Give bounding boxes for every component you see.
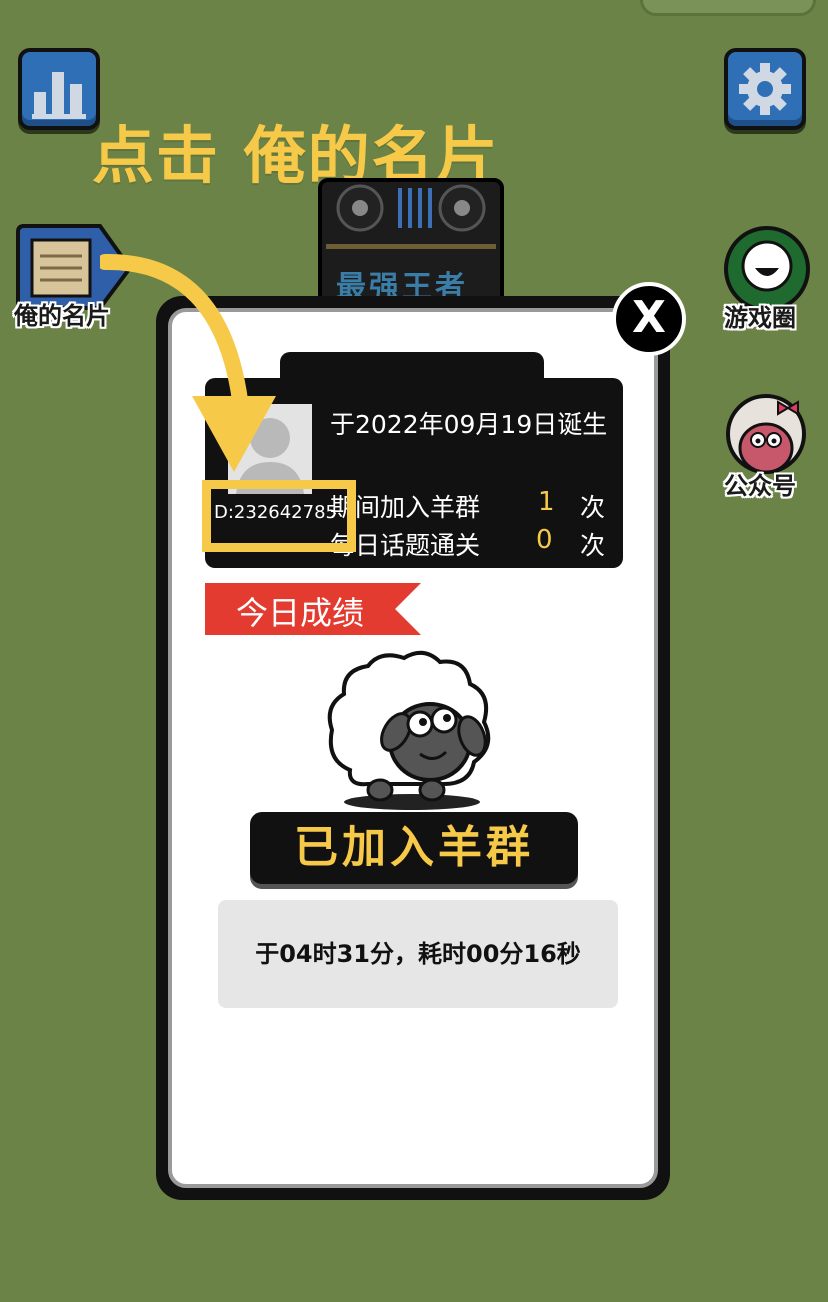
joined-unit: 次 <box>580 493 606 522</box>
today-ribbon-label: 今日成绩 <box>236 594 365 632</box>
bar-chart-icon <box>32 72 86 119</box>
official-account-button[interactable]: 公众号 <box>716 390 820 500</box>
daily-unit: 次 <box>580 531 606 560</box>
joined-flock-button[interactable]: 已加入羊群 <box>250 812 578 884</box>
close-button[interactable]: X <box>612 282 686 356</box>
game-circle-button[interactable]: 游戏圈 <box>718 224 818 334</box>
settings-button[interactable] <box>724 48 806 130</box>
joined-count: 1 <box>538 487 555 517</box>
arrow-icon <box>100 253 276 472</box>
game-circle-label: 游戏圈 <box>724 304 796 332</box>
daily-count: 0 <box>536 525 553 555</box>
official-account-label: 公众号 <box>724 472 796 500</box>
sheep-illustration <box>327 650 491 810</box>
leaderboard-button[interactable] <box>18 48 100 130</box>
birth-date: 于2022年09月19日诞生 <box>330 410 608 439</box>
top-pill <box>640 0 816 16</box>
completion-time: 于04时31分，耗时00分16秒 <box>218 900 618 1008</box>
my-card-label: 俺的名片 <box>14 302 110 330</box>
close-icon: X <box>632 292 666 343</box>
player-id: D:232642785 <box>214 502 337 523</box>
gear-icon <box>739 63 791 115</box>
